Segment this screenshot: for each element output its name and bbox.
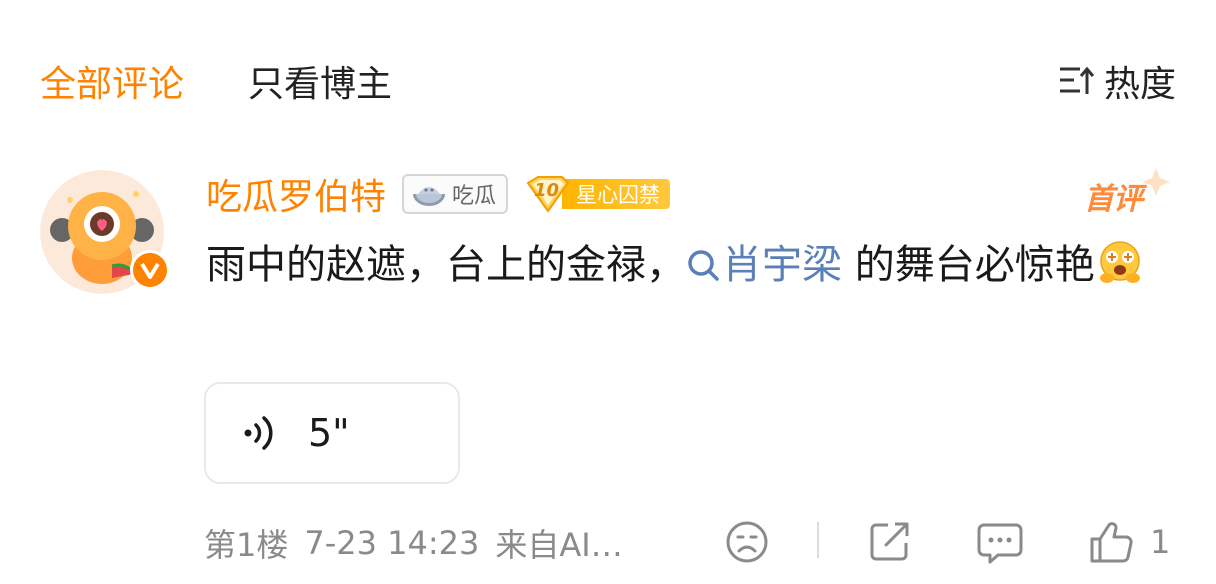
voice-duration: 5"	[308, 411, 350, 455]
fan-level-badge[interactable]: 10 星心囚禁	[524, 176, 671, 213]
voice-message[interactable]: 5"	[204, 382, 460, 484]
like-button[interactable]: 1	[1088, 516, 1170, 568]
first-comment-mark: 首评	[1084, 168, 1174, 220]
fan-level-icon: 10	[524, 176, 570, 213]
watermelon-icon	[413, 187, 446, 206]
floor-number: 第1楼	[204, 526, 289, 564]
group-badge-label: 吃瓜	[452, 184, 497, 209]
voice-wave-icon	[244, 416, 273, 450]
share-icon	[870, 522, 909, 561]
comment-tabs: 全部评论 只看博主	[40, 56, 456, 106]
smiling-hugging-emoji	[1099, 241, 1140, 283]
share-button[interactable]	[866, 516, 912, 568]
sad-face-icon	[726, 521, 768, 563]
comment-icon	[977, 523, 1023, 564]
group-badge[interactable]: 吃瓜	[402, 174, 509, 214]
username[interactable]: 吃瓜罗伯特	[206, 168, 386, 220]
sort-icon	[1059, 66, 1095, 94]
tab-all-comments[interactable]: 全部评论	[40, 55, 184, 107]
comment-source: 来自AI…	[495, 526, 623, 564]
mention-link[interactable]: 肖宇梁	[686, 242, 842, 288]
thumbs-up-icon	[1090, 522, 1133, 563]
v-badge-icon	[130, 250, 170, 290]
sort-button[interactable]: 热度	[1058, 56, 1176, 106]
user-line: 吃瓜罗伯特 吃瓜 10 星心囚禁	[206, 168, 671, 220]
dislike-button[interactable]	[724, 516, 770, 568]
comment-meta: 第1楼 7-23 14:23 来自AI…	[204, 518, 639, 568]
fan-level-number: 10	[534, 180, 560, 201]
comment-time: 7-23 14:23	[304, 524, 480, 562]
comment-text: 雨中的赵遮，台上的金禄， 肖宇梁 的舞台必惊艳	[206, 236, 1166, 294]
action-divider	[817, 522, 819, 558]
sort-label: 热度	[1103, 64, 1176, 105]
search-icon	[688, 250, 719, 281]
reply-button[interactable]	[976, 516, 1024, 568]
like-count: 1	[1150, 523, 1171, 561]
mention-name: 肖宇梁	[722, 242, 842, 288]
comment-text-before: 雨中的赵遮，台上的金禄，	[206, 242, 686, 288]
first-comment-label: 首评	[1084, 182, 1143, 217]
avatar[interactable]	[40, 170, 170, 294]
fan-badge-label: 星心囚禁	[562, 179, 671, 209]
comment-text-after: 的舞台必惊艳	[854, 242, 1095, 288]
tab-author-only[interactable]: 只看博主	[248, 55, 392, 107]
